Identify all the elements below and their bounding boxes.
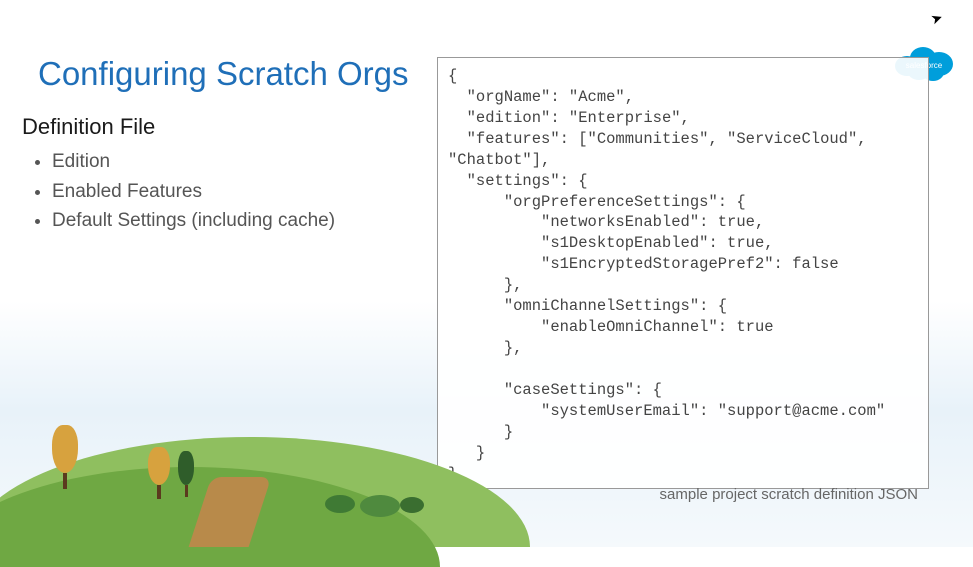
decor-bush (360, 495, 400, 517)
code-caption: sample project scratch definition JSON (448, 484, 918, 503)
page-title: Configuring Scratch Orgs (38, 55, 409, 93)
code-panel: { "orgName": "Acme", "edition": "Enterpr… (437, 57, 929, 489)
code-sample: { "orgName": "Acme", "edition": "Enterpr… (448, 66, 918, 484)
bullet-list: Edition Enabled Features Default Setting… (52, 148, 335, 237)
decor-tree (52, 425, 78, 489)
cursor-icon: ➤ (929, 9, 946, 29)
section-subtitle: Definition File (22, 114, 155, 140)
bullet-item-edition: Edition (52, 148, 335, 176)
decor-bush (400, 497, 424, 513)
decor-bush (325, 495, 355, 513)
decor-tree (178, 451, 194, 497)
bullet-item-settings: Default Settings (including cache) (52, 207, 335, 235)
decor-tree (148, 447, 170, 499)
bullet-item-features: Enabled Features (52, 178, 335, 206)
